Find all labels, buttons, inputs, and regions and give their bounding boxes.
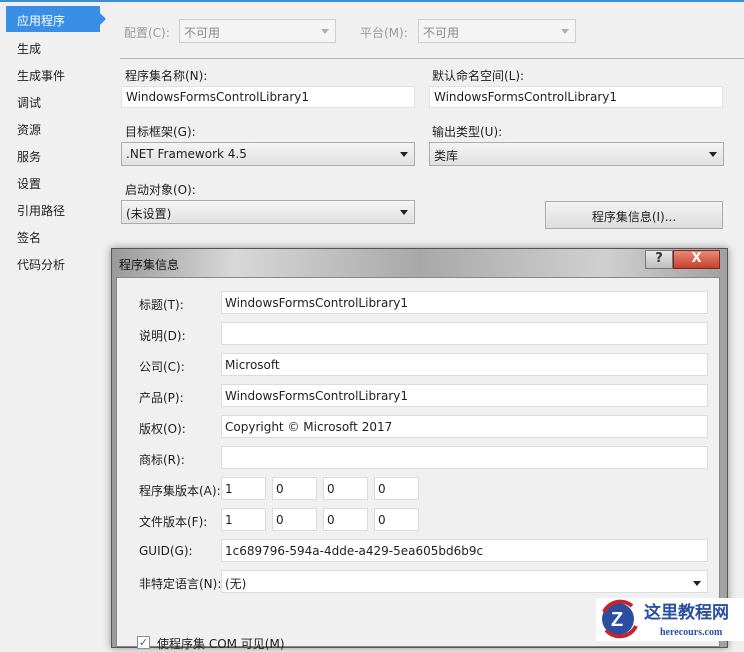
sidebar-item-settings[interactable]: 设置 — [17, 175, 41, 192]
sidebar-item-services[interactable]: 服务 — [17, 148, 41, 165]
dialog-body: 标题(T): WindowsFormsControlLibrary1 说明(D)… — [116, 277, 720, 651]
assembly-version-minor[interactable]: 0 — [272, 477, 317, 500]
sidebar-item-build-events[interactable]: 生成事件 — [17, 67, 65, 84]
product-label: 产品(P): — [139, 391, 184, 405]
guid-input[interactable]: 1c689796-594a-4dde-a429-5ea605bd6b9c — [221, 539, 708, 562]
title-label: 标题(T): — [139, 298, 184, 312]
startup-object-value: (未设置) — [126, 207, 172, 221]
copyright-label: 版权(O): — [139, 422, 186, 436]
assembly-version-label: 程序集版本(A): — [139, 484, 221, 498]
description-label: 说明(D): — [139, 329, 186, 343]
file-version-minor[interactable]: 0 — [272, 508, 317, 531]
sidebar-item-build[interactable]: 生成 — [17, 40, 41, 57]
com-visible-checkbox[interactable]: ✓ — [137, 636, 150, 649]
output-type-label: 输出类型(U): — [432, 125, 503, 139]
chevron-down-icon — [400, 152, 408, 157]
trademark-input[interactable] — [221, 446, 708, 469]
top-accent-line — [0, 0, 744, 2]
neutral-language-value: (无) — [225, 577, 247, 591]
description-input[interactable] — [221, 322, 708, 345]
dialog-title: 程序集信息 — [119, 258, 180, 272]
startup-object-label: 启动对象(O): — [125, 183, 196, 197]
platform-label: 平台(M): — [360, 26, 408, 40]
chevron-down-icon — [561, 29, 569, 34]
assembly-name-input[interactable]: WindowsFormsControlLibrary1 — [121, 86, 415, 108]
svg-text:herecours.com: herecours.com — [660, 627, 723, 638]
sidebar-item-signing[interactable]: 签名 — [17, 229, 41, 246]
file-version-build[interactable]: 0 — [323, 508, 368, 531]
target-framework-select[interactable]: .NET Framework 4.5 — [121, 142, 415, 166]
assembly-info-button[interactable]: 程序集信息(I)... — [545, 201, 723, 229]
neutral-language-label: 非特定语言(N): — [139, 577, 222, 591]
platform-value: 不可用 — [423, 26, 460, 40]
chevron-down-icon — [321, 29, 329, 34]
watermark-logo: Z 这里教程网 herecours.com — [596, 598, 744, 641]
close-button[interactable]: X — [673, 250, 720, 269]
assembly-name-label: 程序集名称(N): — [125, 69, 208, 83]
guid-label: GUID(G): — [139, 544, 193, 558]
output-type-value: 类库 — [434, 149, 459, 163]
platform-select[interactable]: 不可用 — [418, 19, 576, 43]
watermark-z-icon: Z 这里教程网 herecours.com — [602, 599, 729, 639]
copyright-input[interactable]: Copyright © Microsoft 2017 — [221, 415, 708, 438]
default-namespace-label: 默认命名空间(L): — [432, 69, 525, 83]
divider — [120, 58, 744, 59]
assembly-version-build[interactable]: 0 — [323, 477, 368, 500]
assembly-version-revision[interactable]: 0 — [374, 477, 419, 500]
config-label: 配置(C): — [124, 26, 170, 40]
product-input[interactable]: WindowsFormsControlLibrary1 — [221, 384, 708, 407]
file-version-label: 文件版本(F): — [139, 515, 208, 529]
sidebar-item-reference-paths[interactable]: 引用路径 — [17, 202, 65, 219]
default-namespace-input[interactable]: WindowsFormsControlLibrary1 — [429, 86, 723, 108]
sidebar-item-application[interactable]: 应用程序 — [6, 6, 106, 32]
config-select[interactable]: 不可用 — [179, 19, 336, 43]
config-value: 不可用 — [184, 26, 221, 40]
startup-object-select[interactable]: (未设置) — [121, 200, 415, 224]
file-version-revision[interactable]: 0 — [374, 508, 419, 531]
chevron-down-icon — [709, 152, 717, 157]
target-framework-value: .NET Framework 4.5 — [126, 147, 247, 161]
assembly-info-dialog: 程序集信息 ? X 标题(T): WindowsFormsControlLibr… — [111, 248, 728, 651]
com-visible-label: 使程序集 COM 可见(M) — [157, 637, 285, 651]
trademark-label: 商标(R): — [139, 453, 185, 467]
sidebar: 应用程序 生成 生成事件 调试 资源 服务 设置 引用路径 签名 代码分析 — [0, 0, 106, 641]
assembly-version-major[interactable]: 1 — [221, 477, 266, 500]
chevron-down-icon — [400, 210, 408, 215]
sidebar-item-debug[interactable]: 调试 — [17, 94, 41, 111]
neutral-language-select[interactable]: (无) — [221, 570, 708, 593]
file-version-major[interactable]: 1 — [221, 508, 266, 531]
output-type-select[interactable]: 类库 — [429, 142, 724, 166]
svg-text:Z: Z — [611, 609, 623, 631]
company-label: 公司(C): — [139, 360, 185, 374]
sidebar-item-resources[interactable]: 资源 — [17, 121, 41, 138]
chevron-down-icon — [693, 581, 701, 586]
sidebar-item-code-analysis[interactable]: 代码分析 — [17, 256, 65, 273]
title-input[interactable]: WindowsFormsControlLibrary1 — [221, 291, 708, 314]
help-button[interactable]: ? — [645, 250, 673, 269]
company-input[interactable]: Microsoft — [221, 353, 708, 376]
target-framework-label: 目标框架(G): — [125, 125, 196, 139]
svg-text:这里教程网: 这里教程网 — [644, 602, 729, 623]
